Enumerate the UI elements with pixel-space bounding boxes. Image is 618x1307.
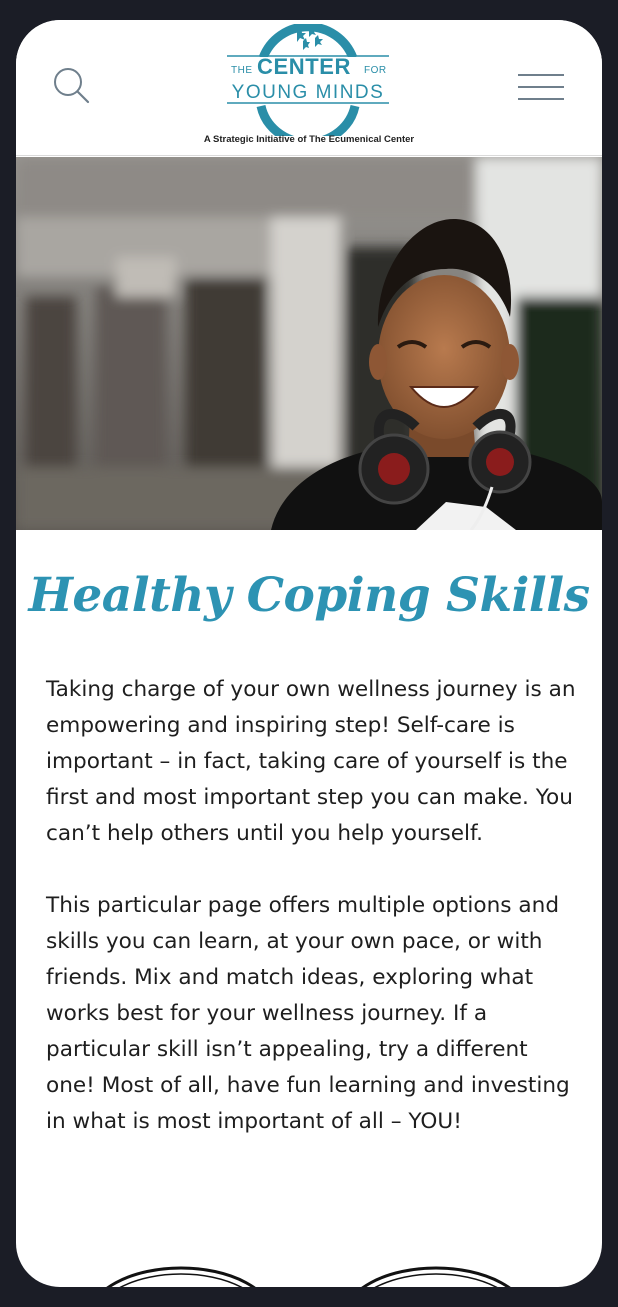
paragraph: This particular page offers multiple opt… xyxy=(46,893,570,1134)
site-header: THE CENTER FOR YOUNG MINDS A Strategic I… xyxy=(16,20,602,156)
page-title: Healthy Coping Skills xyxy=(28,568,590,623)
hamburger-menu-icon-line xyxy=(518,98,564,100)
logo-center-text: CENTER xyxy=(257,54,352,79)
phone-screen: THE CENTER FOR YOUNG MINDS A Strategic I… xyxy=(16,20,602,1287)
hamburger-menu-icon xyxy=(518,74,564,76)
logo-young-minds-text: YOUNG MINDS xyxy=(231,82,385,103)
search-button[interactable] xyxy=(52,66,92,106)
intro-text: Taking charge of your own wellness journ… xyxy=(46,672,576,1140)
search-icon xyxy=(54,68,90,104)
decorative-circles xyxy=(106,1266,511,1287)
logo-for-text: FOR xyxy=(364,65,387,76)
logo-ring-icon xyxy=(227,24,389,136)
hero-image xyxy=(16,157,602,530)
logo-the-text: THE xyxy=(231,65,253,76)
paragraph: Taking charge of your own wellness journ… xyxy=(46,677,576,846)
menu-button[interactable] xyxy=(518,74,564,102)
site-logo[interactable]: THE CENTER FOR YOUNG MINDS xyxy=(223,24,393,136)
teen-photo xyxy=(16,157,602,530)
tagline: A Strategic Initiative of The Ecumenical… xyxy=(203,134,415,145)
hamburger-menu-icon-line xyxy=(518,86,564,88)
